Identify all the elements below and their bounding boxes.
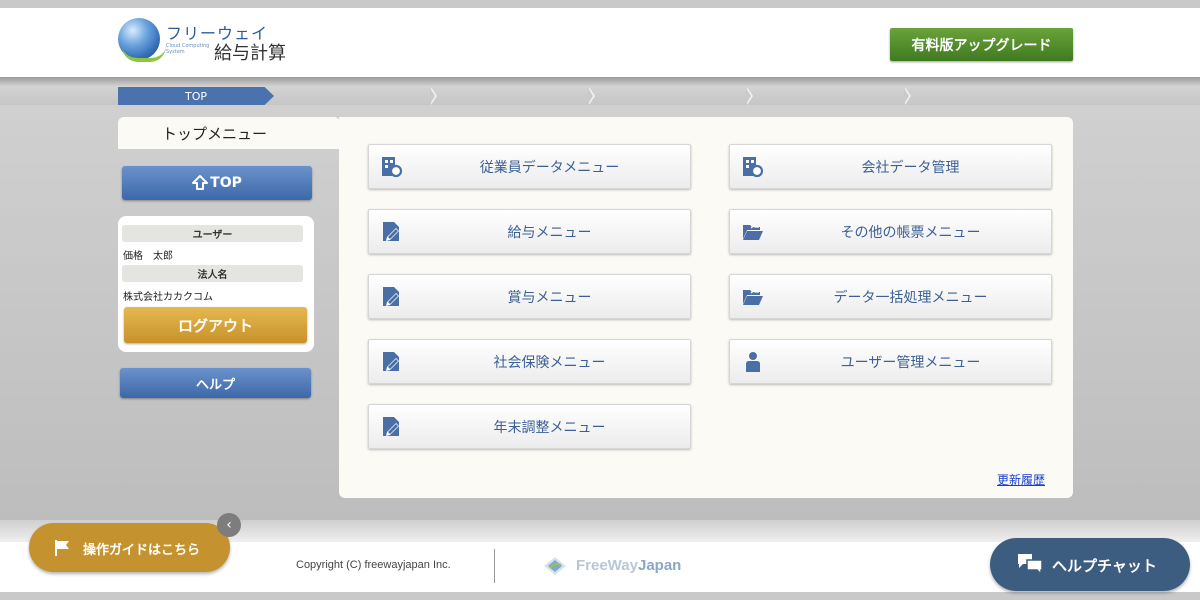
user-card: ユーザー 価格 太郎 法人名 株式会社カカクコム ログアウト <box>118 216 314 352</box>
flag-icon <box>55 540 69 556</box>
header-shadow <box>0 77 1200 87</box>
app-logo[interactable]: フリーウェイ Cloud Computing System 給与計算 <box>118 16 298 66</box>
breadcrumb-separator <box>430 87 439 105</box>
menu-user-management[interactable]: ユーザー管理メニュー <box>729 339 1052 384</box>
help-button[interactable]: ヘルプ <box>120 368 311 398</box>
top-button[interactable]: TOP <box>122 166 312 200</box>
swoosh-icon <box>122 46 166 62</box>
upgrade-button[interactable]: 有料版アップグレード <box>890 28 1073 61</box>
building-gear-icon <box>382 157 403 178</box>
menu-social-insurance[interactable]: 社会保険メニュー <box>368 339 691 384</box>
document-pencil-icon <box>383 352 399 371</box>
brand-free: FreeWay <box>576 557 638 574</box>
breadcrumb-item-top[interactable]: TOP <box>118 87 274 105</box>
menu-label: ユーザー管理メニュー <box>840 354 981 371</box>
footer-divider <box>494 549 495 583</box>
user-name: 価格 太郎 <box>123 251 173 262</box>
brand-japan: Japan <box>637 557 682 574</box>
document-pencil-icon <box>383 222 399 241</box>
brand-text: FreeWayJapan <box>576 557 681 574</box>
menu-label: 会社データ管理 <box>861 159 960 176</box>
folder-open-icon <box>743 223 763 240</box>
menu-bonus[interactable]: 賞与メニュー <box>368 274 691 319</box>
menu-label: その他の帳票メニュー <box>840 224 981 241</box>
menu-year-end[interactable]: 年末調整メニュー <box>368 404 691 449</box>
logo-kanji: 給与計算 <box>214 43 286 64</box>
menu-employee-data[interactable]: 従業員データメニュー <box>368 144 691 189</box>
company-label: 法人名 <box>122 265 303 282</box>
menu-company-data[interactable]: 会社データ管理 <box>729 144 1052 189</box>
menu-salary[interactable]: 給与メニュー <box>368 209 691 254</box>
menu-label: 賞与メニュー <box>507 289 592 306</box>
menu-label: 従業員データメニュー <box>479 159 620 176</box>
folder-open-icon <box>743 288 763 305</box>
operation-guide-button[interactable]: 操作ガイドはこちら <box>29 523 230 572</box>
menu-batch-processing[interactable]: データ一括処理メニュー <box>729 274 1052 319</box>
document-pencil-icon <box>383 287 399 306</box>
update-history-link[interactable]: 更新履歴 <box>997 471 1045 488</box>
person-icon <box>746 352 760 372</box>
menu-label: 年末調整メニュー <box>493 419 606 436</box>
page-title: トップメニュー <box>118 117 340 149</box>
help-chat-label: ヘルプチャット <box>1052 557 1157 575</box>
building-gear-icon <box>743 157 764 178</box>
freewayjapan-logo: FreeWayJapan <box>544 555 704 579</box>
breadcrumb-separator <box>588 87 597 105</box>
chat-bubbles-icon <box>1018 554 1043 575</box>
menu-label: データ一括処理メニュー <box>833 289 988 306</box>
diamond-logo-icon <box>544 557 566 575</box>
top-strip <box>0 0 1200 8</box>
footer-bottom-strip <box>0 592 1200 600</box>
menu-label: 社会保険メニュー <box>493 354 606 371</box>
document-pencil-icon <box>383 417 399 436</box>
company-name: 株式会社カカクコム <box>123 292 213 303</box>
breadcrumb-separator <box>746 87 755 105</box>
breadcrumb-separator <box>904 87 913 105</box>
top-button-label: TOP <box>210 175 242 191</box>
home-arrow-icon <box>192 175 209 190</box>
logo-subtitle: Cloud Computing System <box>166 43 210 55</box>
user-label: ユーザー <box>122 225 303 242</box>
copyright: Copyright (C) freewayjapan Inc. <box>296 559 451 571</box>
menu-other-forms[interactable]: その他の帳票メニュー <box>729 209 1052 254</box>
collapse-guide-button[interactable]: ‹ <box>217 513 241 537</box>
logout-button[interactable]: ログアウト <box>124 307 307 343</box>
help-chat-button[interactable]: ヘルプチャット <box>990 538 1190 591</box>
menu-label: 給与メニュー <box>507 224 592 241</box>
operation-guide-label: 操作ガイドはこちら <box>83 543 201 558</box>
